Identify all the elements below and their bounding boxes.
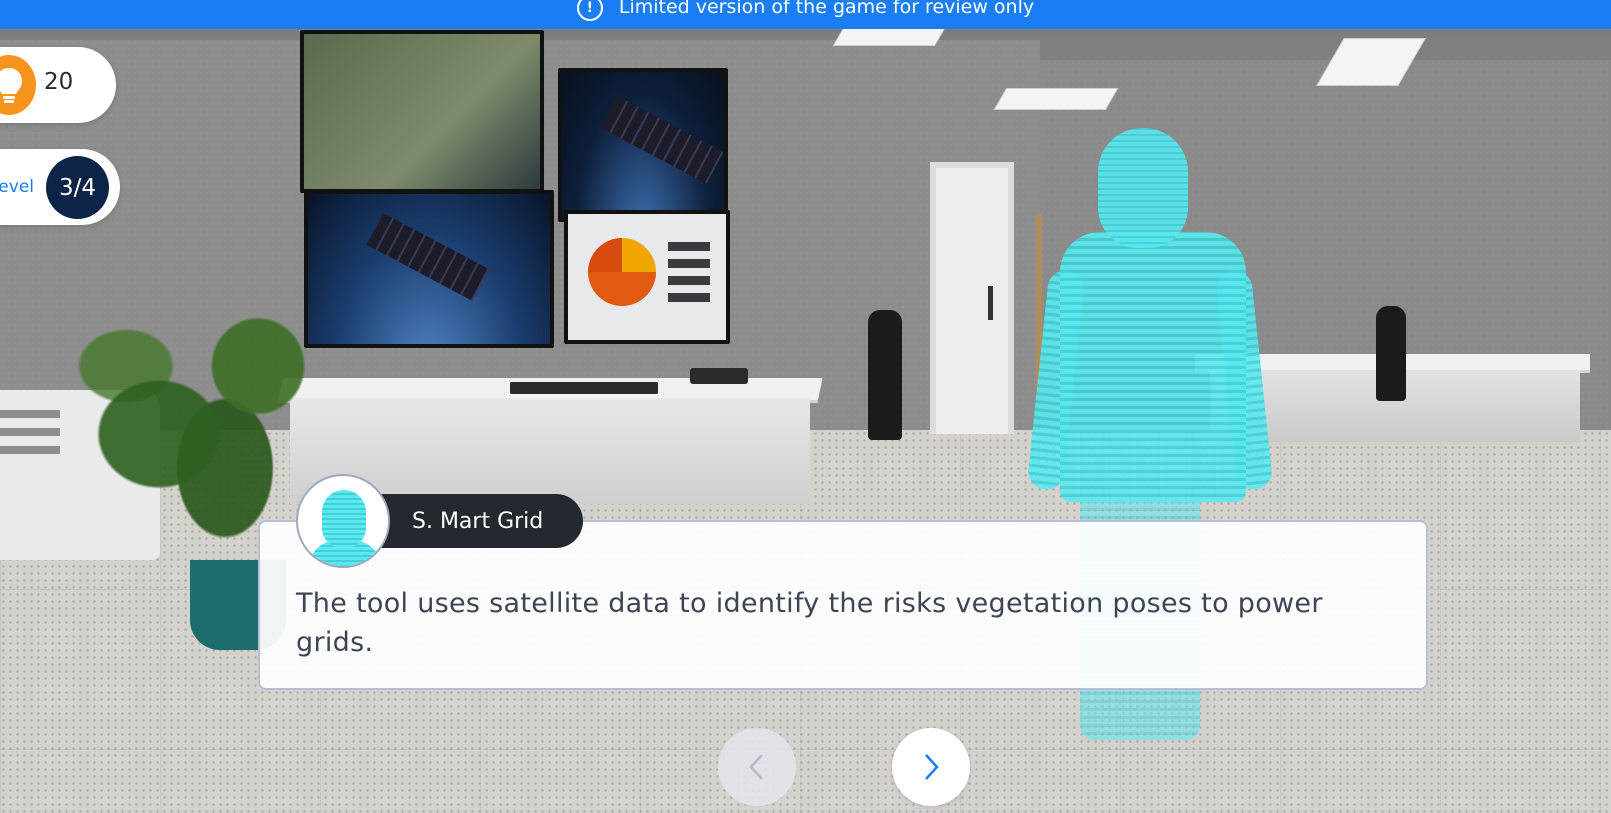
office-chair [868,310,902,440]
bench-slot [0,410,60,418]
hologram-character-body [1060,232,1246,502]
game-stage: ! Limited version of the game for review… [0,0,1611,813]
ceiling-light [993,88,1119,110]
wall-monitor-satellite [558,68,728,222]
level-label-text: Level [0,177,34,197]
lightbulb-icon [0,55,36,115]
dialogue-text: The tool uses satellite data to identify… [296,588,1323,658]
keyboard [510,382,658,394]
avatar-head [322,490,366,548]
ceiling-light [832,28,946,46]
info-icon: ! [576,0,603,21]
level-indicator: Level 3/4 [0,149,120,225]
satellite-graphic [600,95,724,185]
office-chair [1376,306,1406,401]
wall-monitor-pie-chart [564,210,730,344]
review-banner: ! Limited version of the game for review… [0,0,1611,29]
level-value: 3/4 [46,156,109,219]
speaker-avatar [296,474,390,568]
speaker-name: S. Mart Grid [412,508,544,534]
bench-slot [0,446,60,454]
hologram-character-head [1098,128,1188,248]
level-label: Level [0,177,34,197]
desk-phone [690,368,748,384]
bar-graphic [668,242,710,310]
bench-slot [0,428,60,436]
score-counter: 20 [0,47,116,123]
pie-graphic [588,238,656,306]
chevron-right-icon [925,754,939,780]
lightbulb-icon-svg [0,68,22,103]
next-button[interactable] [892,728,970,806]
door-handle [988,286,993,320]
score-value: 20 [44,69,74,95]
wall-monitor-map [300,30,544,193]
office-door [930,162,1014,434]
banner-text: Limited version of the game for review o… [618,0,1035,18]
chevron-left-icon [749,754,763,780]
previous-button[interactable] [718,728,796,806]
